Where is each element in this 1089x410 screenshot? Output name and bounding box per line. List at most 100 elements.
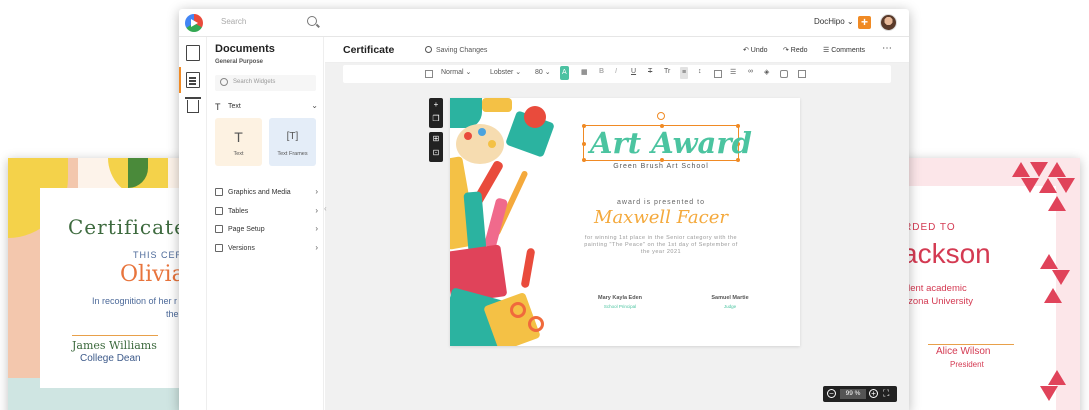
duplicate-page-icon[interactable]: ❐ xyxy=(429,112,443,126)
triangle-decor xyxy=(1044,288,1062,303)
top-bar: Search DocHipo ⌄ + xyxy=(179,9,909,37)
strikethrough-button[interactable]: T xyxy=(648,68,652,75)
triangle-decor xyxy=(1030,162,1048,177)
panel-resize-handle[interactable]: ‹ xyxy=(324,204,328,220)
signer-name: Alice Wilson xyxy=(936,346,991,357)
resize-handle[interactable] xyxy=(582,142,586,146)
search-icon[interactable] xyxy=(307,16,317,26)
widgets-panel: Documents General Purpose Search Widgets… xyxy=(207,37,324,410)
signature-block[interactable]: Samuel Martie Judge xyxy=(690,295,770,309)
redo-button[interactable]: ↷ Redo xyxy=(783,46,808,54)
text-case-button[interactable]: Tr xyxy=(664,68,670,75)
undo-button[interactable]: ↶ Undo xyxy=(743,46,768,54)
menu-item-graphics-and-media[interactable]: Graphics and Media › xyxy=(215,187,318,200)
menu-label: Versions xyxy=(228,245,255,252)
zoom-out-icon[interactable]: − xyxy=(827,389,836,398)
dochipo-logo-icon[interactable] xyxy=(185,14,203,32)
avatar[interactable] xyxy=(880,14,897,31)
triangle-decor xyxy=(1039,178,1057,193)
triangle-decor xyxy=(1040,254,1058,269)
stage: Certificate o THIS CERTIFI Olivia In rec… xyxy=(0,0,1089,410)
text-style-select[interactable]: Normal ⌄ xyxy=(441,68,471,76)
more-options-icon[interactable]: ⋯ xyxy=(882,43,893,54)
delete-icon[interactable] xyxy=(798,70,806,78)
text-frames-widget-tile[interactable]: [T] Text Frames xyxy=(269,118,316,166)
trash-icon[interactable] xyxy=(185,97,201,113)
chevron-right-icon: › xyxy=(315,243,318,252)
saving-status: Saving Changes xyxy=(425,46,487,54)
copy-style-icon[interactable] xyxy=(425,70,433,78)
menu-item-tables[interactable]: Tables › xyxy=(215,206,318,219)
lock-icon[interactable] xyxy=(780,70,788,78)
award-description[interactable]: for winning 1st place in the Senior cate… xyxy=(580,235,742,256)
document-icon[interactable] xyxy=(186,45,200,61)
search-input[interactable]: Search xyxy=(215,13,319,32)
create-button[interactable]: + xyxy=(858,16,871,29)
menu-label: Page Setup xyxy=(228,226,265,233)
pages-icon[interactable] xyxy=(186,72,200,88)
text-line: izona University xyxy=(906,296,974,307)
zoom-level[interactable]: 99 % xyxy=(840,389,866,399)
panel-subtitle: General Purpose xyxy=(215,59,264,65)
resize-handle[interactable] xyxy=(582,158,586,162)
triangle-decor xyxy=(1048,370,1066,385)
signer-role: School Principal xyxy=(603,304,637,309)
highlight-icon[interactable]: ▦ xyxy=(581,68,588,76)
underline-button[interactable]: U xyxy=(631,68,636,75)
certificate-text: llent academic izona University xyxy=(906,282,973,308)
signature-line xyxy=(928,344,1014,345)
widget-search-placeholder: Search Widgets xyxy=(233,79,276,85)
rotate-handle-icon[interactable] xyxy=(657,112,665,120)
panel-title: Documents xyxy=(215,43,275,55)
menu-item-versions[interactable]: Versions › xyxy=(215,243,318,256)
font-size-select[interactable]: 80 ⌄ xyxy=(535,68,551,76)
recipient-name[interactable]: Maxwell Facer xyxy=(583,207,739,228)
page-tools-group: + ❐ xyxy=(429,98,443,128)
chevron-down-icon: ⌄ xyxy=(311,101,318,110)
triangle-decor xyxy=(1021,178,1039,193)
bold-button[interactable]: B xyxy=(599,68,604,75)
signature-block[interactable]: Mary Kayla Eden School Principal xyxy=(580,295,660,309)
list-icon[interactable]: ☰ xyxy=(730,68,736,76)
account-dropdown[interactable]: DocHipo ⌄ xyxy=(814,17,854,26)
text-line: llent academic xyxy=(906,283,967,294)
layers-icon[interactable]: ◈ xyxy=(764,68,769,76)
resize-handle[interactable] xyxy=(582,124,586,128)
document-title[interactable]: Certificate xyxy=(343,44,394,56)
triangle-decor xyxy=(1048,162,1066,177)
widget-search-input[interactable]: Search Widgets xyxy=(215,75,316,91)
page-tools-group: ⊞ ⊡ xyxy=(429,132,443,162)
text-frame-icon[interactable] xyxy=(714,70,722,78)
text-color-icon[interactable]: A xyxy=(560,66,569,80)
menu-item-page-setup[interactable]: Page Setup › xyxy=(215,224,318,237)
add-page-icon[interactable]: + xyxy=(429,98,443,112)
chevron-right-icon: › xyxy=(315,187,318,196)
section-label: Text xyxy=(228,103,241,110)
signer-role: President xyxy=(950,360,984,369)
resize-icon[interactable]: ⊡ xyxy=(429,146,443,160)
link-icon[interactable]: ∞ xyxy=(748,68,753,75)
triangle-decor xyxy=(1040,386,1058,401)
align-center-icon[interactable]: ≡ xyxy=(680,67,689,79)
section-text-header[interactable]: T Text ⌄ xyxy=(215,101,318,114)
font-family-select[interactable]: Lobster ⌄ xyxy=(490,68,521,76)
signer-name: James Williams xyxy=(72,339,157,352)
certificate-page[interactable]: Art Award Green Brush Art School award i… xyxy=(450,98,800,346)
certificate-title[interactable]: Art Award xyxy=(590,126,752,160)
signature-line xyxy=(72,335,158,336)
grid-icon[interactable]: ⊞ xyxy=(429,132,443,146)
comments-button[interactable]: ☰ Comments xyxy=(823,46,865,54)
school-name[interactable]: Green Brush Art School xyxy=(583,163,739,170)
signer-role: Judge xyxy=(723,304,737,309)
page-setup-icon xyxy=(215,225,223,233)
saving-text: Saving Changes xyxy=(436,47,488,54)
certificate-award-line: RDED TO xyxy=(904,222,956,233)
text-widget-tile[interactable]: T Text xyxy=(215,118,262,166)
menu-label: Graphics and Media xyxy=(228,189,291,196)
italic-button[interactable]: I xyxy=(615,68,617,75)
zoom-in-icon[interactable]: + xyxy=(869,389,878,398)
presented-to-text[interactable]: award is presented to xyxy=(583,199,739,206)
line-height-icon[interactable]: ↕ xyxy=(698,68,702,75)
fullscreen-icon[interactable]: ⛶ xyxy=(883,389,889,398)
tile-label: Text xyxy=(233,151,244,157)
